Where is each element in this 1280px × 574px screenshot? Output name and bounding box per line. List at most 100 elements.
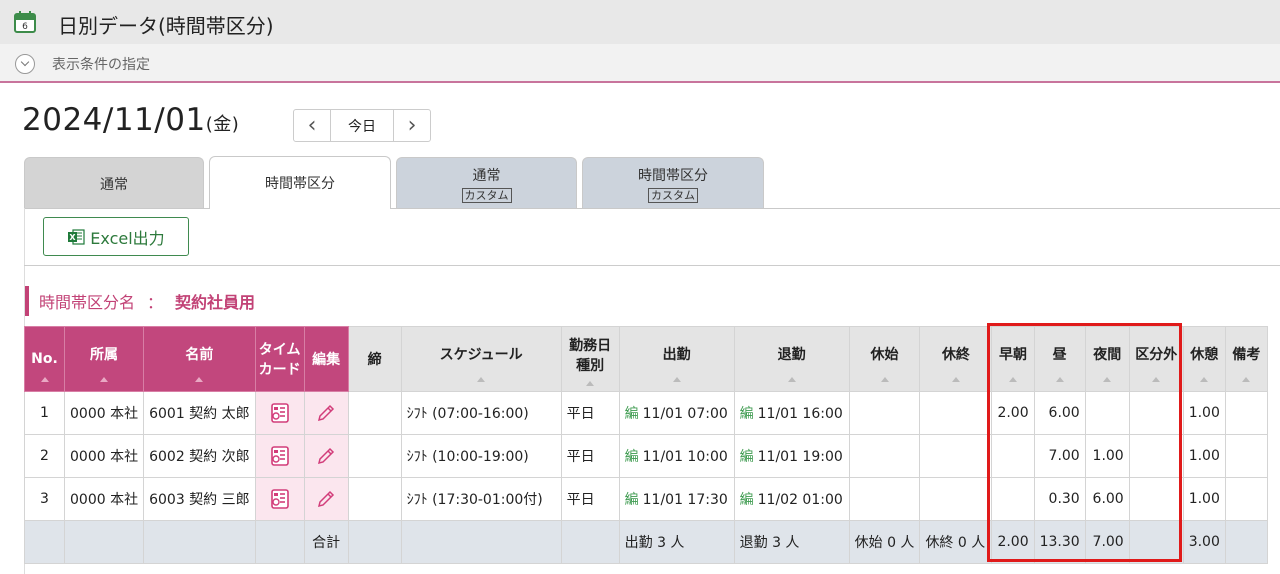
- edited-marker: 編: [624, 449, 639, 465]
- timecard-icon[interactable]: [269, 488, 291, 510]
- tab-label: 通常: [472, 167, 501, 184]
- cell-no: 1: [24, 391, 65, 435]
- pencil-icon[interactable]: [315, 488, 337, 510]
- next-day-button[interactable]: ›: [394, 110, 430, 141]
- cell-schedule: ｼﾌﾄ (17:30-01:00付): [400, 477, 562, 521]
- cell-empty: [63, 520, 145, 564]
- cell-name: 6002 契約 次郎: [143, 434, 256, 478]
- cell-out[interactable]: 編 11/01 19:00: [733, 434, 850, 478]
- cell-note: [1224, 477, 1268, 521]
- svg-text:6: 6: [22, 22, 28, 32]
- col-edit: 編集: [303, 326, 349, 392]
- edited-marker: 編: [624, 492, 639, 508]
- timecard-icon[interactable]: [269, 445, 291, 467]
- cell-schedule: ｼﾌﾄ (07:00-16:00): [400, 391, 562, 435]
- col-name[interactable]: 名前: [143, 326, 256, 392]
- section-separator: ：: [147, 293, 164, 312]
- cell-break-start: [848, 477, 921, 521]
- tab-label: 時間帯区分: [265, 176, 335, 192]
- tab-time-zone[interactable]: 時間帯区分: [209, 156, 391, 209]
- total-out: 退勤 3 人: [733, 520, 850, 564]
- cell-no: 3: [24, 477, 65, 521]
- chevron-down-icon[interactable]: [15, 54, 35, 74]
- timecard-icon[interactable]: [269, 402, 291, 424]
- cell-timecard[interactable]: [254, 477, 305, 521]
- cell-daytype: 平日: [560, 434, 620, 478]
- tab-normal[interactable]: 通常: [24, 157, 204, 209]
- cell-empty: [143, 520, 256, 564]
- col-break-end[interactable]: 休終: [919, 326, 993, 392]
- col-note[interactable]: 備考: [1224, 326, 1268, 392]
- col-rest[interactable]: 休憩: [1182, 326, 1226, 392]
- cell-edit[interactable]: [303, 434, 349, 478]
- divider: [24, 265, 1280, 266]
- cell-rest: 1.00: [1182, 434, 1226, 478]
- cell-timecard[interactable]: [254, 391, 305, 435]
- sort-icon: [586, 381, 595, 386]
- cell-break-end: [919, 434, 993, 478]
- sort-icon: [40, 377, 49, 382]
- excel-export-button[interactable]: X Excel出力: [43, 217, 189, 256]
- title-bar: 6 日別データ(時間帯区分): [0, 0, 1280, 44]
- sort-icon: [477, 377, 486, 382]
- cell-edit[interactable]: [303, 391, 349, 435]
- total-label: 合計: [303, 520, 349, 564]
- calendar-icon: 6: [14, 11, 36, 33]
- page-title: 日別データ(時間帯区分): [58, 14, 274, 38]
- date-nav: ‹ 今日 ›: [293, 109, 431, 142]
- cell-edit[interactable]: [303, 477, 349, 521]
- conditions-bar[interactable]: 表示条件の指定: [0, 44, 1280, 83]
- cell-name: 6001 契約 太郎: [143, 391, 256, 435]
- cell-in[interactable]: 編 11/01 10:00: [618, 434, 735, 478]
- col-dept[interactable]: 所属: [63, 326, 145, 392]
- prev-day-button[interactable]: ‹: [294, 110, 330, 141]
- col-no[interactable]: No.: [24, 326, 65, 392]
- section-title: 時間帯区分名 ： 契約社員用: [25, 286, 255, 316]
- tab-normal-custom[interactable]: 通常 カスタム: [396, 157, 577, 209]
- cell-close: [347, 434, 402, 478]
- col-out[interactable]: 退勤: [733, 326, 850, 392]
- cell-out[interactable]: 編 11/02 01:00: [733, 477, 850, 521]
- section-label: 時間帯区分名: [39, 293, 136, 312]
- sort-icon: [1242, 377, 1251, 382]
- cell-dept: 0000 本社: [63, 477, 145, 521]
- svg-text:X: X: [70, 233, 77, 242]
- pencil-icon[interactable]: [315, 402, 337, 424]
- section-name: 契約社員用: [175, 293, 256, 312]
- cell-dept: 0000 本社: [63, 434, 145, 478]
- cell-empty: [560, 520, 620, 564]
- col-close: 締: [347, 326, 402, 392]
- cell-daytype: 平日: [560, 477, 620, 521]
- col-daytype[interactable]: 勤務日 種別: [560, 326, 620, 392]
- date-weekday: (金): [205, 114, 240, 135]
- cell-break-end: [919, 477, 993, 521]
- edited-marker: 編: [739, 449, 754, 465]
- excel-icon: X: [68, 228, 85, 245]
- cell-rest: 1.00: [1182, 391, 1226, 435]
- sort-icon: [672, 377, 681, 382]
- sort-icon: [951, 377, 960, 382]
- col-break-start[interactable]: 休始: [848, 326, 921, 392]
- total-break-end: 休終 0 人: [919, 520, 993, 564]
- highlight-box: [987, 323, 1182, 562]
- sort-icon: [1200, 377, 1209, 382]
- cell-in[interactable]: 編 11/01 17:30: [618, 477, 735, 521]
- cell-in[interactable]: 編 11/01 07:00: [618, 391, 735, 435]
- cell-out[interactable]: 編 11/01 16:00: [733, 391, 850, 435]
- cell-rest: 1.00: [1182, 477, 1226, 521]
- col-schedule[interactable]: スケジュール: [400, 326, 562, 392]
- total-break-start: 休始 0 人: [848, 520, 921, 564]
- pencil-icon[interactable]: [315, 445, 337, 467]
- cell-empty: [24, 520, 65, 564]
- conditions-label[interactable]: 表示条件の指定: [52, 54, 150, 74]
- cell-break-start: [848, 434, 921, 478]
- cell-timecard[interactable]: [254, 434, 305, 478]
- cell-name: 6003 契約 三郎: [143, 477, 256, 521]
- col-in[interactable]: 出勤: [618, 326, 735, 392]
- today-button[interactable]: 今日: [330, 110, 394, 141]
- tab-time-zone-custom[interactable]: 時間帯区分 カスタム: [582, 157, 764, 209]
- sort-icon: [787, 377, 796, 382]
- cell-close: [347, 477, 402, 521]
- tab-label: 時間帯区分: [638, 167, 708, 184]
- sort-icon: [100, 377, 109, 382]
